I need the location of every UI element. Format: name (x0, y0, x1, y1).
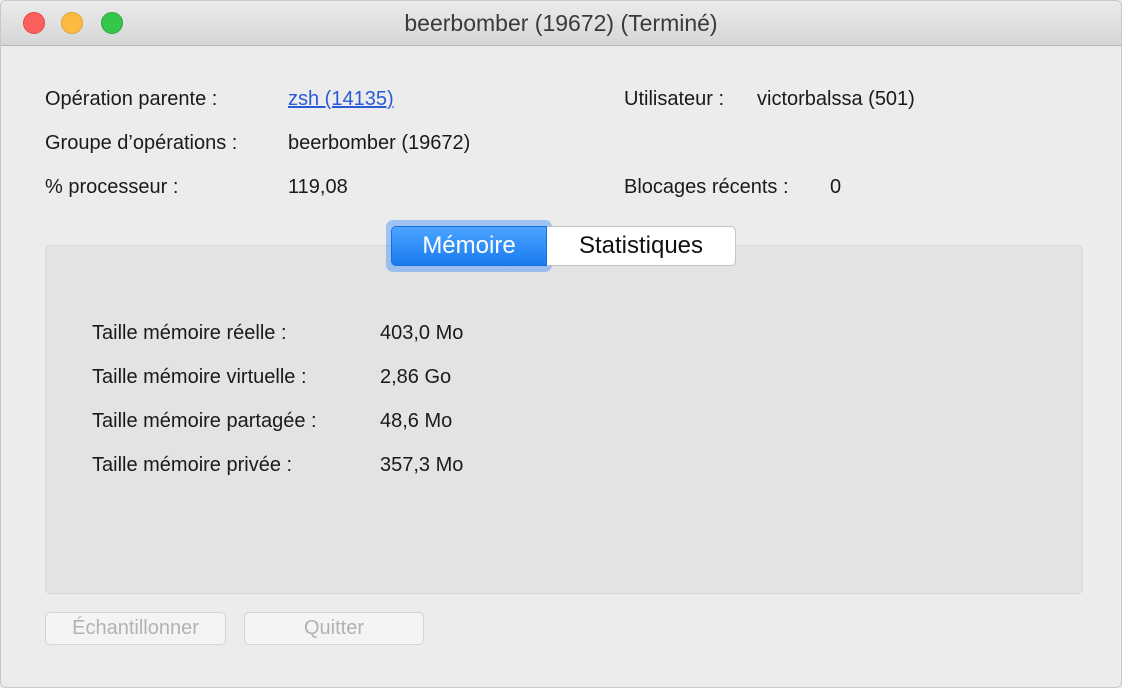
tab-content-panel: Taille mémoire réelle : 403,0 Mo Taille … (45, 245, 1083, 594)
virtual-memory-value: 2,86 Go (380, 366, 452, 388)
private-memory-label: Taille mémoire privée : (92, 454, 293, 476)
recent-hangs-value: 0 (830, 176, 842, 198)
cpu-percent-value: 119,08 (288, 176, 348, 198)
parent-process-link[interactable]: zsh (14135) (288, 88, 394, 111)
title-bar[interactable]: beerbomber (19672) (Terminé) (1, 1, 1121, 46)
real-memory-label: Taille mémoire réelle : (92, 322, 287, 344)
tab-statistics[interactable]: Statistiques (547, 226, 736, 266)
recent-hangs-label: Blocages récents : (624, 176, 789, 198)
window-title: beerbomber (19672) (Terminé) (404, 10, 718, 36)
sample-button[interactable]: Échantillonner (45, 612, 226, 645)
tab-memory[interactable]: Mémoire (391, 226, 547, 266)
real-memory-value: 403,0 Mo (380, 322, 464, 344)
user-value: victorbalssa (501) (757, 88, 915, 110)
process-info-window: beerbomber (19672) (Terminé) Opération p… (0, 0, 1122, 688)
cpu-percent-label: % processeur : (45, 176, 179, 198)
parent-process-label: Opération parente : (45, 88, 218, 110)
user-label: Utilisateur : (624, 88, 725, 110)
shared-memory-value: 48,6 Mo (380, 410, 453, 432)
process-group-label: Groupe d’opérations : (45, 132, 238, 154)
virtual-memory-label: Taille mémoire virtuelle : (92, 366, 307, 388)
shared-memory-label: Taille mémoire partagée : (92, 410, 317, 432)
process-group-value: beerbomber (19672) (288, 132, 471, 154)
private-memory-value: 357,3 Mo (380, 454, 464, 476)
quit-button[interactable]: Quitter (244, 612, 424, 645)
